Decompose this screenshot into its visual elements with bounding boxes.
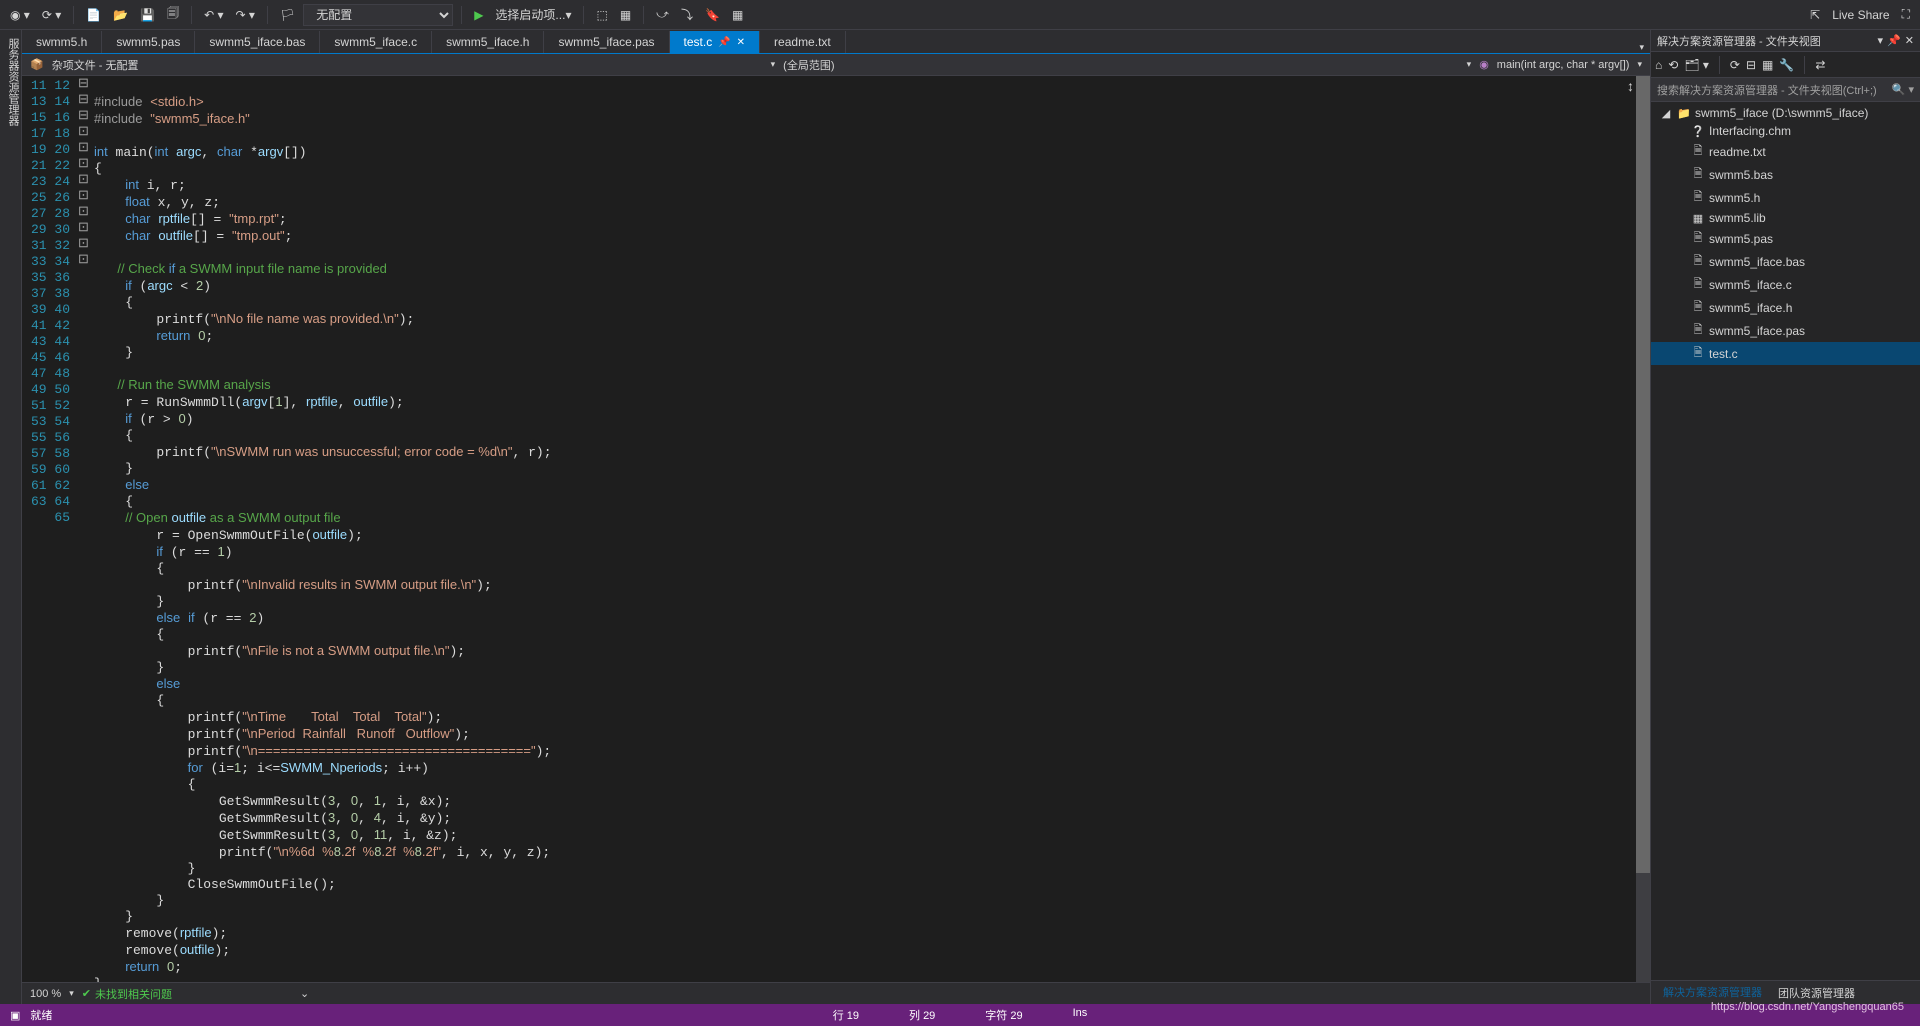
home-icon[interactable]: ⌂	[1655, 58, 1662, 72]
tree-item[interactable]: 🗎swmm5_iface.bas	[1651, 250, 1920, 273]
misc-files-icon: 📦	[30, 58, 44, 71]
fullscreen-icon[interactable]: ⛶	[1898, 5, 1914, 24]
nav-back-icon[interactable]: ◉ ▾	[6, 6, 34, 24]
tree-item[interactable]: 🗎readme.txt	[1651, 140, 1920, 163]
tab-swmm5-pas[interactable]: swmm5.pas	[102, 31, 195, 53]
tree-item[interactable]: 🗎swmm5_iface.pas	[1651, 319, 1920, 342]
tree-item[interactable]: 🗎swmm5.h	[1651, 186, 1920, 209]
statusbar: ▣ 就绪 行 19 列 29 字符 29 Ins https://blog.cs…	[0, 1004, 1920, 1026]
close-icon[interactable]: ✕	[1905, 34, 1914, 47]
tree-item[interactable]: 🗎swmm5_iface.h	[1651, 296, 1920, 319]
new-file-icon[interactable]: 📄	[82, 6, 105, 24]
refresh-icon[interactable]: ⟳	[1730, 58, 1740, 72]
solution-explorer-title: 解决方案资源管理器 - 文件夹视图	[1657, 33, 1821, 49]
tab-swmm5-iface-h[interactable]: swmm5_iface.h	[432, 31, 544, 53]
ok-icon: ✔	[82, 987, 91, 1000]
solution-explorer-panel: 解决方案资源管理器 - 文件夹视图 ▾ 📌 ✕ ⌂ ⟲ 🗂 ▾ ⟳ ⊟ ▦ 🔧 …	[1650, 30, 1920, 1004]
redo-icon[interactable]: ↷ ▾	[232, 6, 259, 24]
tab-swmm5-iface-bas[interactable]: swmm5_iface.bas	[195, 31, 320, 53]
config-flag-icon[interactable]: 🏳	[276, 6, 299, 24]
editor-statusbar: 100 % ▾ ✔未找到相关问题 ⌄	[22, 982, 1650, 1004]
step-over-icon[interactable]: ⤻	[652, 5, 673, 24]
code-editor[interactable]: #include <stdio.h> #include "swmm5_iface…	[94, 76, 1636, 982]
launch-combo[interactable]: 选择启动项... ▾	[491, 4, 575, 25]
tree-item[interactable]: ❔Interfacing.chm	[1651, 122, 1920, 140]
watermark-url: https://blog.csdn.net/Yangshengquan65	[1711, 1001, 1904, 1013]
step-into-icon[interactable]: ⤵	[677, 4, 697, 25]
breadcrumb-member[interactable]: main(int argc, char * argv[])	[1497, 59, 1630, 71]
status-ready: 就绪	[20, 1007, 62, 1023]
dropdown-icon[interactable]: ▾	[1878, 34, 1884, 47]
tree-item[interactable]: 🗎swmm5_iface.c	[1651, 273, 1920, 296]
status-char: 字符 29	[985, 1007, 1022, 1023]
tab-swmm5-h[interactable]: swmm5.h	[22, 31, 102, 53]
save-icon[interactable]: 💾	[136, 6, 159, 24]
comment-icon[interactable]: ▦	[728, 6, 747, 24]
tab-swmm5-iface-c[interactable]: swmm5_iface.c	[320, 31, 432, 53]
search-placeholder[interactable]: 搜索解决方案资源管理器 - 文件夹视图(Ctrl+;)	[1657, 82, 1877, 98]
split-icon[interactable]: ↕	[1627, 78, 1634, 94]
show-all-icon[interactable]: ▦	[1762, 58, 1773, 72]
tree-root[interactable]: ◢📁swmm5_iface (D:\swmm5_iface)	[1651, 104, 1920, 122]
search-icon[interactable]: 🔍 ▾	[1892, 83, 1914, 96]
undo-icon[interactable]: ↶ ▾	[200, 6, 227, 24]
tab-readme[interactable]: readme.txt	[760, 31, 846, 53]
pin-icon[interactable]: 📌	[1887, 34, 1901, 47]
save-all-icon[interactable]: 🗐	[163, 2, 183, 27]
tab-test-c[interactable]: test.c 📌 ✕	[670, 31, 761, 53]
tree-item[interactable]: 🗎swmm5.bas	[1651, 163, 1920, 186]
config-combo[interactable]: 无配置	[303, 4, 453, 26]
status-square-icon: ▣	[10, 1009, 20, 1022]
status-col: 列 29	[909, 1007, 935, 1023]
collapse-icon[interactable]: ⊟	[1746, 58, 1756, 72]
switch-view-icon[interactable]: 🗂 ▾	[1684, 58, 1709, 72]
issues-label[interactable]: 未找到相关问题	[95, 986, 172, 1002]
close-icon[interactable]: ✕	[737, 37, 745, 48]
solution-tree[interactable]: ◢📁swmm5_iface (D:\swmm5_iface)❔Interfaci…	[1651, 102, 1920, 980]
live-share-label[interactable]: Live Share	[1832, 8, 1889, 22]
tab-swmm5-iface-pas[interactable]: swmm5_iface.pas	[544, 31, 669, 53]
play-icon[interactable]: ▶	[470, 6, 487, 24]
pin-icon[interactable]: 📌	[718, 37, 730, 48]
breadcrumb-project[interactable]: 杂项文件 - 无配置	[52, 57, 139, 73]
chevron-icon[interactable]: ⌄	[300, 987, 309, 1000]
function-icon: ◉	[1479, 58, 1489, 71]
tree-item[interactable]: 🗎swmm5.pas	[1651, 227, 1920, 250]
line-numbers: 11 12 13 14 15 16 17 18 19 20 21 22 23 2…	[22, 76, 78, 982]
back-icon[interactable]: ⟲	[1668, 58, 1678, 72]
build-icon[interactable]: ⬚	[592, 6, 611, 24]
nav-fwd-icon[interactable]: ⟳ ▾	[38, 6, 65, 24]
live-share-icon[interactable]: ⇱	[1806, 6, 1824, 24]
vertical-scrollbar[interactable]	[1636, 76, 1650, 982]
status-line: 行 19	[833, 1007, 859, 1023]
document-tabs: swmm5.h swmm5.pas swmm5_iface.bas swmm5_…	[22, 30, 1650, 54]
indent-icon[interactable]: ▦	[616, 6, 635, 24]
bookmark-icon[interactable]: 🔖	[701, 6, 724, 24]
status-ins: Ins	[1073, 1007, 1088, 1023]
zoom-level[interactable]: 100 %	[30, 988, 61, 1000]
tree-item[interactable]: ▦swmm5.lib	[1651, 209, 1920, 227]
navigation-bar: 📦 杂项文件 - 无配置 ▾ (全局范围) ▾ ◉ main(int argc,…	[22, 54, 1650, 76]
open-icon[interactable]: 📂	[109, 6, 132, 24]
left-toolstrip[interactable]: 服务器资源管理器	[0, 30, 22, 1004]
fold-column[interactable]: ⊟ ⊟ ⊟ ⊡ ⊡ ⊡ ⊡ ⊡ ⊡ ⊡ ⊡ ⊡	[78, 76, 94, 982]
breadcrumb-scope[interactable]: (全局范围)	[783, 57, 834, 73]
tree-item[interactable]: 🗎test.c	[1651, 342, 1920, 365]
sync-icon[interactable]: ⇄	[1815, 58, 1825, 72]
main-toolbar: ◉ ▾ ⟳ ▾ 📄 📂 💾 🗐 ↶ ▾ ↷ ▾ 🏳 无配置 ▶ 选择启动项...…	[0, 0, 1920, 30]
tabs-overflow-icon[interactable]: ▾	[1633, 42, 1650, 53]
properties-icon[interactable]: 🔧	[1779, 58, 1794, 72]
